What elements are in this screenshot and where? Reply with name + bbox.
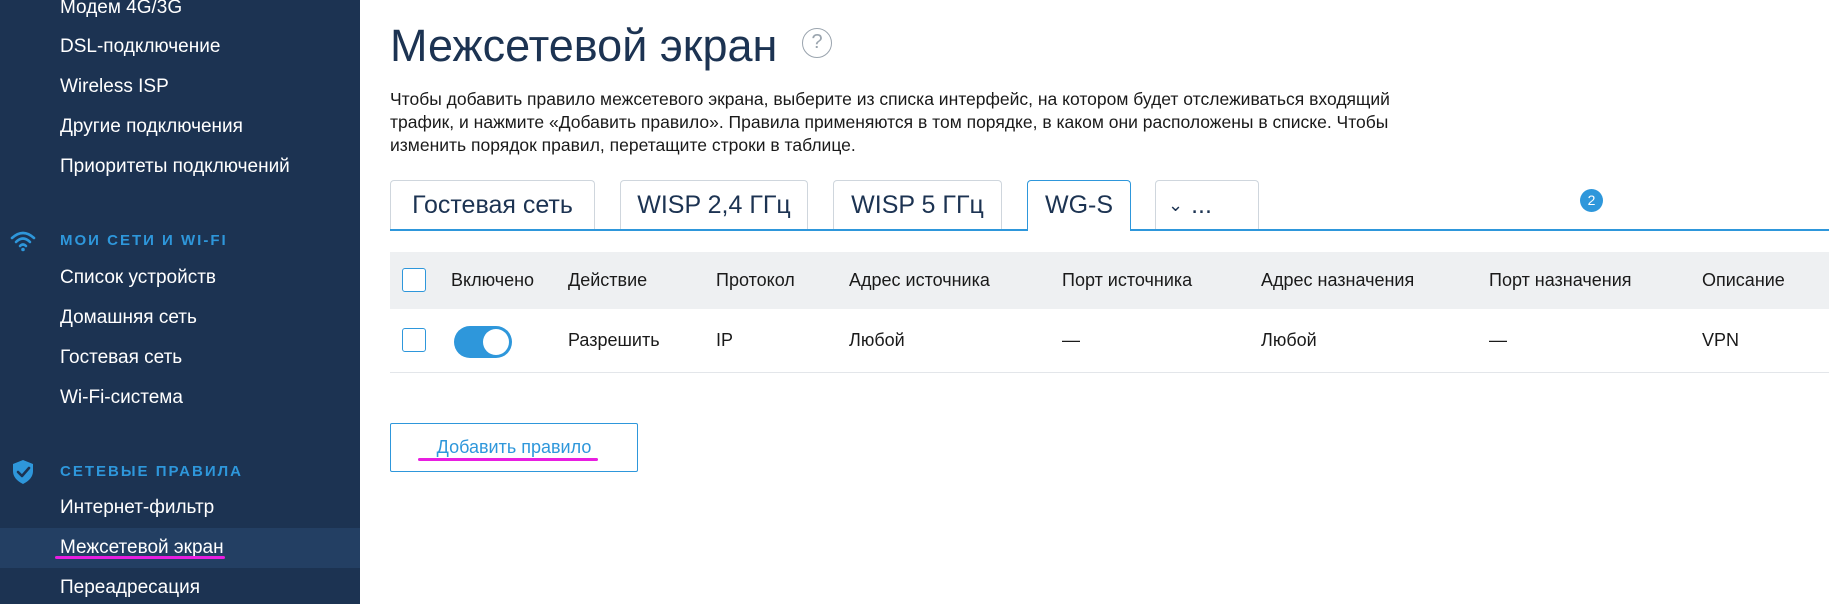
tab-wisp-24[interactable]: WISP 2,4 ГГц [620,180,808,229]
sidebar-item-device-list[interactable]: Список устройств [0,258,360,298]
sidebar-section-title: СЕТЕВЫЕ ПРАВИЛА [60,463,243,480]
cell-description: VPN [1702,330,1740,350]
sidebar-item-firewall[interactable]: Межсетевой экран [0,528,360,568]
tab-label: WG-S [1044,191,1114,219]
sidebar-item-label: Домашняя сеть [60,307,197,328]
sidebar-item-guest-network[interactable]: Гостевая сеть [0,338,360,378]
col-header-description: Описание [1702,270,1785,290]
cell-destination-address: Любой [1261,330,1317,350]
sidebar-item-internet-filter[interactable]: Интернет-фильтр [0,488,360,528]
sidebar-item-other-connections[interactable]: Другие подключения [0,107,360,147]
add-rule-button[interactable]: Добавить правило [390,423,638,472]
sidebar-item-label: Список устройств [60,267,217,288]
chevron-down-icon: ⌄ [1168,195,1184,215]
page-description: Чтобы добавить правило межсетевого экран… [390,89,1390,155]
tab-guest-network[interactable]: Гостевая сеть [390,180,595,229]
row-select-checkbox[interactable] [402,328,426,352]
sidebar-item-label: Гостевая сеть [60,347,183,368]
sidebar-item-label: Интернет-фильтр [60,497,215,518]
col-header-destination-port: Порт назначения [1489,270,1632,290]
col-header-enabled: Включено [451,270,535,290]
sidebar-item-home-network[interactable]: Домашняя сеть [0,298,360,338]
highlight-underline [55,556,225,559]
sidebar-item-label: Другие подключения [60,116,243,137]
cell-destination-port: — [1489,330,1507,350]
sidebar-section-rules: СЕТЕВЫЕ ПРАВИЛА [0,457,360,487]
table-header: Включено Действие Протокол Адрес источни… [390,252,1829,309]
sidebar-item-connection-priorities[interactable]: Приоритеты подключений [0,147,360,187]
cell-action: Разрешить [568,330,660,350]
tab-count-badge: 2 [1580,189,1603,212]
sidebar-item-dsl[interactable]: DSL-подключение [0,27,360,67]
tab-wisp-5[interactable]: WISP 5 ГГц [833,180,1002,229]
sidebar-item-label: Переадресация [60,577,200,598]
tab-label: WISP 2,4 ГГц [637,191,791,219]
sidebar-item-modem[interactable]: Модем 4G/3G [0,0,360,28]
sidebar-item-wireless-isp[interactable]: Wireless ISP [0,67,360,107]
tab-wg-s[interactable]: WG-S [1027,180,1131,231]
sidebar-item-label: Модем 4G/3G [60,0,183,18]
tab-label: Гостевая сеть [412,191,573,219]
col-header-protocol: Протокол [716,270,795,290]
col-header-source-port: Порт источника [1062,270,1193,290]
col-header-source-address: Адрес источника [849,270,990,290]
rule-enabled-toggle[interactable] [454,326,512,358]
sidebar-item-label: Приоритеты подключений [60,156,290,177]
main-content: Межсетевой экран ? Чтобы добавить правил… [360,0,1829,604]
sidebar-item-label: Wireless ISP [60,76,169,97]
highlight-underline [418,458,598,461]
sidebar: Модем 4G/3G DSL-подключение Wireless ISP… [0,0,360,604]
shield-check-icon [13,460,33,484]
page-title: Межсетевой экран [390,20,778,71]
cell-protocol: IP [716,330,734,350]
sidebar-item-label: Wi-Fi-система [60,387,183,408]
toggle-knob [483,329,509,355]
sidebar-item-label: Межсетевой экран [60,537,224,558]
select-all-checkbox[interactable] [402,268,426,292]
sidebar-item-label: DSL-подключение [60,36,221,57]
col-header-destination-address: Адрес назначения [1261,270,1415,290]
table-row[interactable]: Разрешить IP Любой — Любой — VPN [390,309,1829,373]
sidebar-section-networks: МОИ СЕТИ И WI-FI [0,226,360,256]
cell-source-address: Любой [849,330,905,350]
tab-more[interactable]: ⌄... [1155,180,1259,229]
sidebar-section-title: МОИ СЕТИ И WI-FI [60,232,228,249]
col-header-action: Действие [568,270,648,290]
cell-source-port: — [1062,330,1080,350]
help-icon[interactable]: ? [802,28,832,58]
tab-label: WISP 5 ГГц [851,191,984,219]
sidebar-item-port-forwarding[interactable]: Переадресация [0,568,360,604]
wifi-icon [10,231,36,252]
sidebar-item-wifi-system[interactable]: Wi-Fi-система [0,378,360,418]
tab-label: ... [1191,191,1212,219]
